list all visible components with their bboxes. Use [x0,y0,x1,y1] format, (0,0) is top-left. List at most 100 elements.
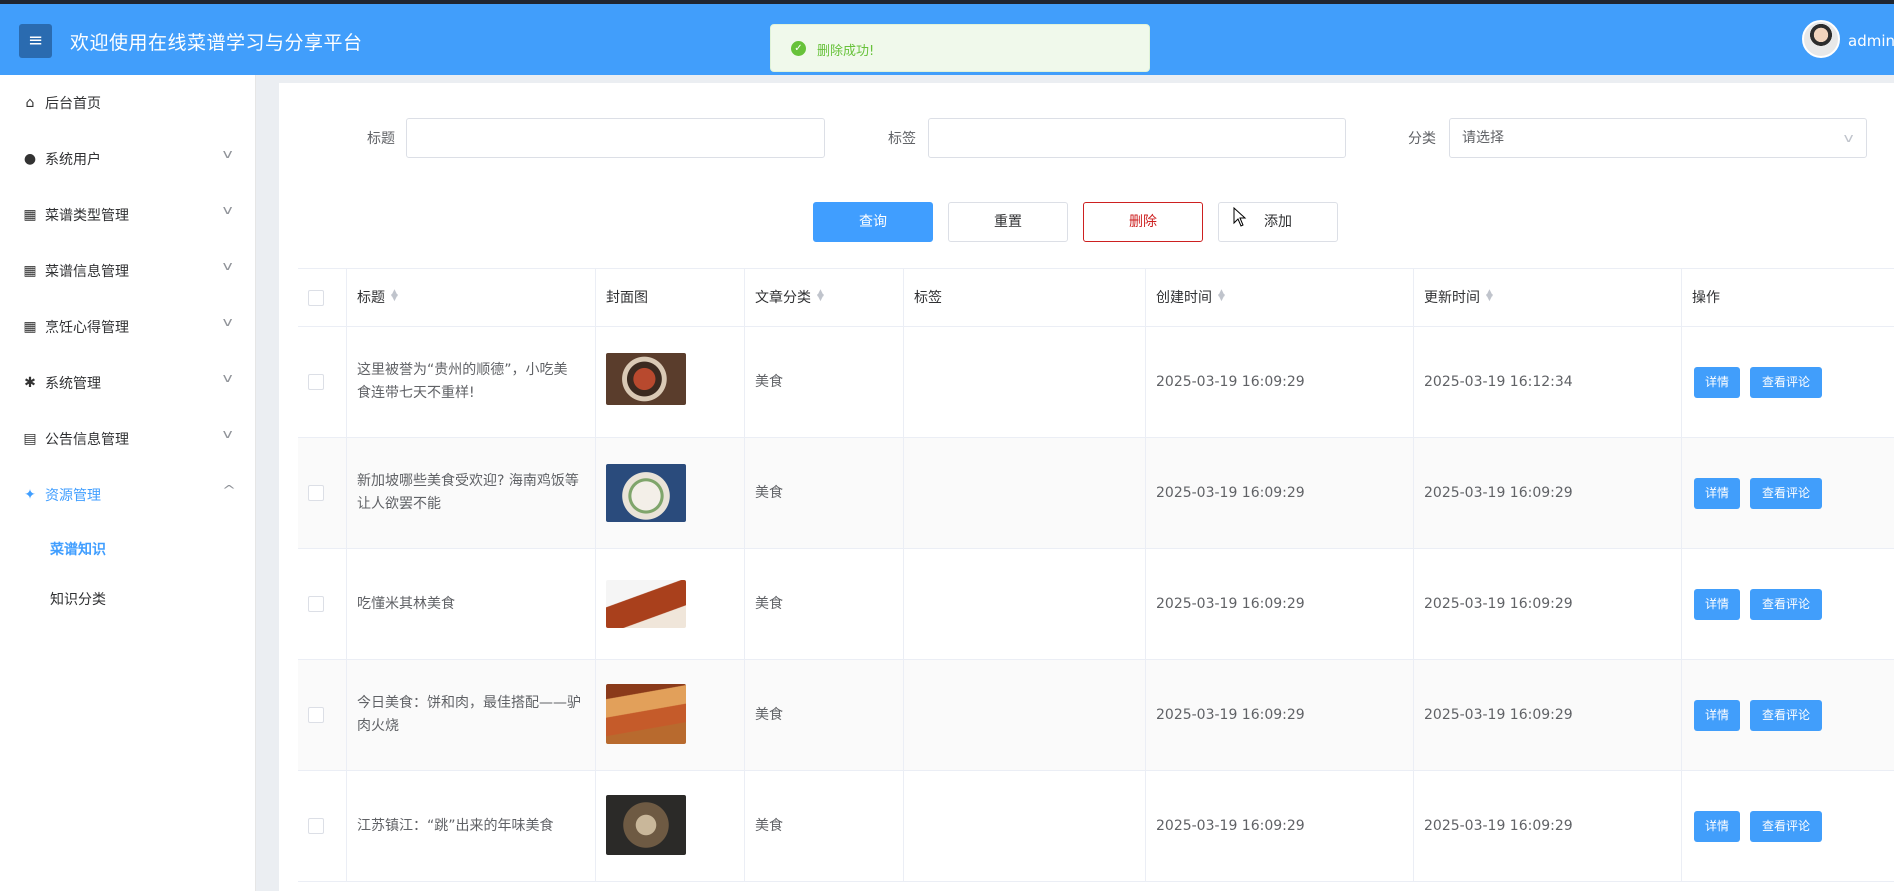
row-created-time: 2025-03-19 16:09:29 [1156,374,1305,390]
row-checkbox[interactable] [308,707,324,723]
tag-filter-label: 标签 [888,131,916,147]
sidebar-item-users[interactable]: ● 系统用户 v [0,131,256,187]
row-checkbox[interactable] [308,485,324,501]
row-created-time: 2025-03-19 16:09:29 [1156,485,1305,501]
chevron-down-icon: v [222,371,233,385]
row-created-time: 2025-03-19 16:09:29 [1156,707,1305,723]
chevron-up-icon: ^ [221,483,237,497]
app-title: 欢迎使用在线菜谱学习与分享平台 [70,32,363,54]
sidebar-item-recipes[interactable]: ▦ 菜谱信息管理 v [0,243,256,299]
sort-icon[interactable]: ▲ ▼ [1218,289,1225,303]
compass-icon: ✦ [24,487,36,503]
row-category: 美食 [755,596,783,612]
table-row: 这里被誉为“贵州的顺德”，小吃美 食连带七天不重样! 美食 2025-03-19 … [298,327,1894,438]
sort-icon[interactable]: ▲ ▼ [391,289,398,303]
sidebar-item-label: 公告信息管理 [45,432,129,448]
sidebar-item-label: 菜谱信息管理 [45,264,129,280]
sort-icon[interactable]: ▲ ▼ [1486,289,1493,303]
table-row: 今日美食：饼和肉，最佳搭配——驴 肉火烧 美食 2025-03-19 16:09:… [298,660,1894,771]
column-tag-label: 标签 [914,290,942,306]
table-row: 江苏镇江：“跳”出来的年味美食 美食 2025-03-19 16:09:29 2… [298,771,1894,882]
column-cover: 封面图 [596,269,745,326]
column-title[interactable]: 标题 ▲ ▼ [347,269,596,326]
row-updated-time: 2025-03-19 16:09:29 [1424,707,1573,723]
title-filter-label: 标题 [367,131,395,147]
row-updated-time: 2025-03-19 16:09:29 [1424,485,1573,501]
view-comments-button[interactable]: 查看评论 [1750,589,1822,620]
cover-image[interactable] [606,795,686,855]
category-select[interactable]: 请选择 v [1449,118,1867,158]
row-updated-time: 2025-03-19 16:12:34 [1424,374,1573,390]
sidebar-item-resources[interactable]: ✦ 资源管理 ^ [0,467,256,523]
detail-button[interactable]: 详情 [1694,589,1740,620]
cover-image[interactable] [606,353,686,405]
tag-input[interactable] [928,118,1346,158]
view-comments-button[interactable]: 查看评论 [1750,811,1822,842]
column-tag: 标签 [904,269,1146,326]
row-title: 这里被誉为“贵州的顺德”，小吃美 [357,362,568,378]
column-created-label: 创建时间 [1156,290,1212,306]
sort-icon[interactable]: ▲ ▼ [817,289,824,303]
sidebar-item-system[interactable]: ✱ 系统管理 v [0,355,256,411]
table-row: 新加坡哪些美食受欢迎? 海南鸡饭等 让人欲罢不能 美食 2025-03-19 16… [298,438,1894,549]
row-category: 美食 [755,374,783,390]
view-comments-button[interactable]: 查看评论 [1750,700,1822,731]
row-category: 美食 [755,818,783,834]
chevron-down-icon: v [222,427,233,441]
sidebar-item-recipe-types[interactable]: ▦ 菜谱类型管理 v [0,187,256,243]
column-actions: 操作 [1682,269,1894,326]
chevron-down-icon: v [222,259,233,273]
success-check-icon: ✓ [791,41,806,56]
reset-button[interactable]: 重置 [948,202,1068,242]
doc-icon: ▤ [23,431,37,447]
select-all-checkbox[interactable] [308,290,324,306]
sidebar-item-label: 资源管理 [45,488,101,504]
row-updated-time: 2025-03-19 16:09:29 [1424,818,1573,834]
cover-image[interactable] [606,464,686,522]
sidebar: ⌂ 后台首页 ● 系统用户 v ▦ 菜谱类型管理 v ▦ 菜谱信息管理 v ▦ … [0,75,256,891]
mouse-cursor-icon [1233,207,1247,227]
user-icon: ● [23,151,37,167]
detail-button[interactable]: 详情 [1694,700,1740,731]
detail-button[interactable]: 详情 [1694,478,1740,509]
title-input[interactable] [406,118,825,158]
username[interactable]: admin [1848,32,1894,50]
category-select-value: 请选择 [1462,130,1504,146]
column-category-label: 文章分类 [755,290,811,306]
row-checkbox[interactable] [308,596,324,612]
menu-icon[interactable]: ≡ [19,24,52,58]
delete-button[interactable]: 删除 [1083,202,1203,242]
detail-button[interactable]: 详情 [1694,367,1740,398]
row-created-time: 2025-03-19 16:09:29 [1156,596,1305,612]
row-checkbox[interactable] [308,818,324,834]
sidebar-item-label: 后台首页 [45,96,101,112]
column-category[interactable]: 文章分类 ▲ ▼ [745,269,904,326]
grid-icon: ▦ [23,207,37,223]
avatar[interactable] [1802,20,1840,58]
column-updated[interactable]: 更新时间 ▲ ▼ [1414,269,1682,326]
row-title: 新加坡哪些美食受欢迎? 海南鸡饭等 [357,473,579,489]
row-category: 美食 [755,707,783,723]
sidebar-item-label: 菜谱类型管理 [45,208,129,224]
detail-button[interactable]: 详情 [1694,811,1740,842]
view-comments-button[interactable]: 查看评论 [1750,478,1822,509]
column-created[interactable]: 创建时间 ▲ ▼ [1146,269,1414,326]
search-button[interactable]: 查询 [813,202,933,242]
row-category: 美食 [755,485,783,501]
column-cover-label: 封面图 [606,290,648,306]
gear-icon: ✱ [24,375,36,391]
grid-icon: ▦ [23,319,37,335]
chevron-down-icon: v [222,147,233,161]
row-checkbox[interactable] [308,374,324,390]
sidebar-item-dashboard[interactable]: ⌂ 后台首页 [0,75,256,131]
view-comments-button[interactable]: 查看评论 [1750,367,1822,398]
sidebar-item-cooking-notes[interactable]: ▦ 烹饪心得管理 v [0,299,256,355]
sidebar-item-announcements[interactable]: ▤ 公告信息管理 v [0,411,256,467]
cover-image[interactable] [606,580,686,628]
column-title-label: 标题 [357,290,385,306]
sidebar-subitem-recipe-knowledge[interactable]: 菜谱知识 [50,539,106,559]
sidebar-subitem-knowledge-category[interactable]: 知识分类 [50,589,106,609]
row-title: 让人欲罢不能 [357,496,441,512]
row-title: 肉火烧 [357,718,399,734]
cover-image[interactable] [606,684,686,744]
